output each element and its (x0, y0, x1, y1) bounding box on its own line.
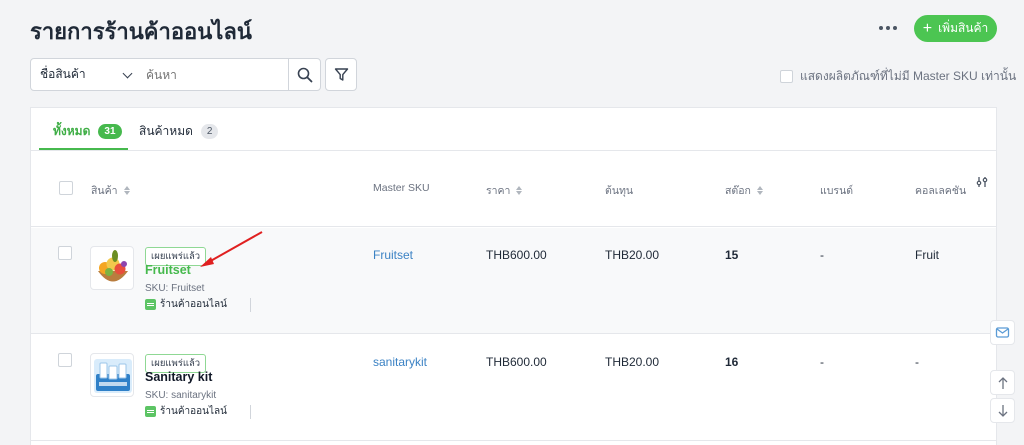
arrow-down-icon (998, 404, 1007, 417)
column-header-product[interactable]: สินค้า (91, 182, 130, 199)
column-header-brand: แบรนด์ (820, 182, 853, 199)
store-icon (145, 406, 156, 417)
search-field-select[interactable]: ชื่อสินค้า (30, 58, 140, 91)
page-title: รายการร้านค้าออนไลน์ (30, 19, 252, 44)
product-sku: SKU: Fruitset (145, 283, 205, 294)
column-header-stock[interactable]: สต๊อก (725, 182, 763, 199)
column-header-collection: คอลเลคชัน (915, 182, 966, 199)
store-channel-label: ร้านค้าออนไลน์ (160, 406, 227, 417)
checkbox-box[interactable] (780, 70, 793, 83)
divider (250, 298, 251, 312)
cost-value: THB20.00 (605, 248, 660, 262)
tab-out-of-stock-count: 2 (200, 124, 219, 139)
tab-out-of-stock[interactable]: สินค้าหมด 2 (139, 122, 219, 141)
store-channel: ร้านค้าออนไลน์ (145, 297, 227, 312)
collection-value: - (915, 355, 919, 369)
column-stock-label: สต๊อก (725, 185, 751, 197)
product-name-link[interactable]: Sanitary kit (145, 370, 212, 384)
store-channel-label: ร้านค้าออนไลน์ (160, 299, 227, 310)
column-product-label: สินค้า (91, 185, 118, 197)
column-brand-label: แบรนด์ (820, 185, 854, 197)
product-thumbnail[interactable] (90, 353, 134, 397)
search-field-value: ชื่อสินค้า (40, 67, 86, 81)
filter-button[interactable] (325, 58, 357, 91)
master-sku-link[interactable]: Fruitset (373, 248, 413, 262)
column-collection-label: คอลเลคชัน (915, 185, 967, 197)
row-checkbox[interactable] (58, 353, 72, 367)
search-button[interactable] (288, 58, 321, 91)
store-channel: ร้านค้าออนไลน์ (145, 404, 227, 419)
column-header-price[interactable]: ราคา (486, 182, 523, 199)
store-icon (145, 299, 156, 310)
add-product-label: เพิ่มสินค้า (938, 21, 989, 35)
brand-value: - (820, 355, 824, 369)
scroll-down-button[interactable] (990, 398, 1015, 423)
more-options-icon[interactable] (875, 18, 901, 38)
table-row[interactable]: เผยแพร่แล้ว Fruitset SKU: Fruitset ร้านค… (31, 228, 996, 334)
search-icon (297, 67, 312, 82)
sort-icon (123, 186, 130, 195)
message-float-button[interactable] (990, 320, 1015, 345)
product-name-link[interactable]: Fruitset (145, 263, 191, 277)
column-settings-icon[interactable] (975, 175, 989, 194)
tab-out-of-stock-label: สินค้าหมด (139, 124, 193, 138)
divider (250, 405, 251, 419)
stock-value: 16 (725, 355, 739, 369)
stock-value: 15 (725, 248, 739, 262)
price-value: THB600.00 (486, 248, 547, 262)
chevron-down-icon (122, 68, 133, 79)
show-without-sku-label: แสดงผลิตภัณฑ์ที่ไม่มี Master SKU เท่านั้… (800, 69, 1017, 83)
cost-value: THB20.00 (605, 355, 660, 369)
table-row[interactable]: เผยแพร่แล้ว Sanitary kit SKU: sanitaryki… (31, 335, 996, 441)
column-cost-label: ต้นทุน (605, 185, 634, 197)
brand-value: - (820, 248, 824, 262)
scroll-up-button[interactable] (990, 370, 1015, 395)
show-without-sku-checkbox[interactable]: แสดงผลิตภัณฑ์ที่ไม่มี Master SKU เท่านั้… (780, 67, 1016, 86)
add-product-button[interactable]: + เพิ่มสินค้า (914, 15, 997, 42)
product-table-card: ทั้งหมด 31 สินค้าหมด 2 สินค้า Master SKU… (30, 107, 997, 445)
search-input[interactable] (139, 58, 289, 91)
column-master-sku-label: Master SKU (373, 182, 430, 194)
collection-value: Fruit (915, 248, 939, 262)
master-sku-link[interactable]: sanitarykit (373, 355, 427, 369)
tab-all-count: 31 (98, 124, 122, 139)
sort-icon (756, 186, 763, 195)
tab-all-label: ทั้งหมด (53, 124, 91, 138)
price-value: THB600.00 (486, 355, 547, 369)
tab-bar: ทั้งหมด 31 สินค้าหมด 2 (31, 108, 996, 151)
product-sku: SKU: sanitarykit (145, 390, 217, 401)
column-header-master-sku: Master SKU (373, 182, 430, 194)
select-all-checkbox[interactable] (59, 181, 73, 195)
active-tab-indicator (39, 148, 128, 150)
sort-icon (516, 186, 523, 195)
column-price-label: ราคา (486, 185, 511, 197)
column-header-cost: ต้นทุน (605, 182, 633, 199)
arrow-up-icon (998, 376, 1007, 389)
plus-icon: + (922, 19, 933, 37)
funnel-icon (334, 68, 348, 81)
mail-icon (995, 327, 1010, 338)
row-checkbox[interactable] (58, 246, 72, 260)
tab-all[interactable]: ทั้งหมด 31 (53, 122, 122, 141)
table-header: สินค้า Master SKU ราคา ต้นทุน สต๊อก แบรน… (31, 151, 996, 227)
product-thumbnail[interactable] (90, 246, 134, 290)
